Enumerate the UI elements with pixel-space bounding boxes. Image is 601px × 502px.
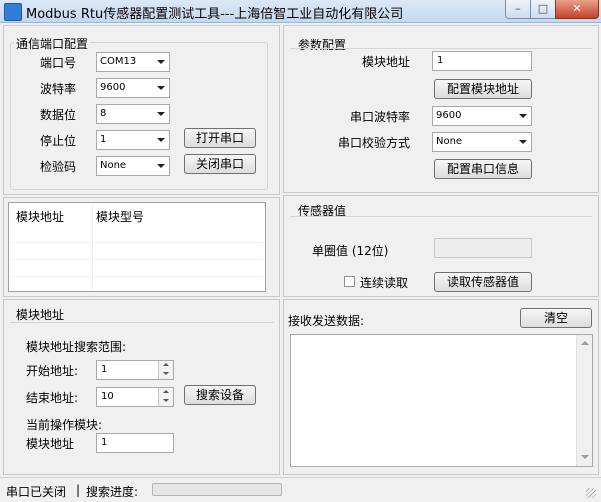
port-value: COM13 [100, 56, 137, 67]
module-list[interactable]: 模块地址 模块型号 [8, 202, 266, 294]
spin-down-icon[interactable] [158, 370, 173, 379]
continuous-read-checkbox[interactable] [344, 276, 355, 287]
module-address-title: 模块地址 [16, 308, 65, 322]
table-row [9, 225, 263, 243]
chevron-down-icon [157, 60, 165, 64]
param-group-title: 参数配置 [296, 36, 349, 53]
sensor-panel: 传感器值 单圈值 (12位) 连续读取 读取传感器值 [283, 195, 599, 297]
parity-value: None [100, 160, 127, 171]
baud-select[interactable]: 9600 [96, 78, 170, 98]
search-progress-bar [152, 483, 282, 496]
serial-baud-label: 串口波特率 [350, 110, 411, 124]
table-row [9, 242, 263, 260]
recv-textarea[interactable] [290, 334, 593, 467]
window-title: Modbus Rtu传感器配置测试工具---上海倍智工业自动化有限公司 [26, 7, 404, 22]
databits-label: 数据位 [40, 108, 77, 122]
stopbits-select[interactable]: 1 [96, 130, 170, 150]
chevron-down-icon [157, 164, 165, 168]
title-bar[interactable]: Modbus Rtu传感器配置测试工具---上海倍智工业自动化有限公司 – □ … [0, 0, 601, 23]
serial-parity-select[interactable]: None [432, 132, 532, 152]
end-address-label: 结束地址: [26, 391, 79, 405]
parity-label: 检验码 [40, 160, 77, 174]
module-addr-label: 模块地址 [362, 55, 411, 69]
serial-baud-value: 9600 [436, 110, 462, 121]
minimize-button[interactable]: – [505, 0, 531, 19]
search-progress-label: 搜索进度: [86, 485, 139, 499]
data-panel: 接收发送数据: 清空 [283, 299, 599, 475]
start-address-label: 开始地址: [26, 364, 79, 378]
recv-label: 接收发送数据: [288, 314, 365, 328]
chevron-down-icon [157, 138, 165, 142]
divider [10, 322, 274, 323]
current-address-label: 模块地址 [26, 437, 75, 451]
module-address-panel: 模块地址 模块地址搜索范围: 开始地址: 1 结束地址: 10 搜索设备 当前操… [3, 299, 280, 475]
vertical-scrollbar[interactable] [576, 335, 592, 466]
serial-parity-value: None [436, 136, 463, 147]
column-header-module-address[interactable]: 模块地址 [16, 208, 64, 225]
end-address-value: 10 [101, 391, 114, 402]
close-port-button[interactable]: 关闭串口 [184, 154, 256, 174]
search-range-label: 模块地址搜索范围: [26, 340, 127, 354]
config-module-address-button[interactable]: 配置模块地址 [434, 79, 532, 99]
scroll-up-icon[interactable] [581, 341, 589, 345]
parity-select[interactable]: None [96, 156, 170, 176]
module-addr-input[interactable]: 1 [432, 51, 532, 71]
continuous-read-label[interactable]: 连续读取 [360, 274, 408, 291]
databits-select[interactable]: 8 [96, 104, 170, 124]
serial-parity-label: 串口校验方式 [338, 136, 411, 150]
port-label: 端口号 [40, 56, 77, 70]
spin-down-icon[interactable] [158, 397, 173, 406]
single-turn-value [434, 238, 532, 258]
serial-baud-select[interactable]: 9600 [432, 106, 532, 126]
status-separator: | [76, 483, 81, 497]
chevron-down-icon [157, 112, 165, 116]
start-address-value: 1 [101, 364, 108, 375]
serial-group-title: 通信端口配置 [14, 35, 91, 52]
baud-label: 波特率 [40, 82, 77, 96]
single-turn-label: 单圈值 (12位) [312, 244, 389, 258]
read-sensor-button[interactable]: 读取传感器值 [434, 272, 532, 292]
stopbits-label: 停止位 [40, 134, 77, 148]
serial-panel: 通信端口配置 端口号 COM13 波特率 9600 数据位 8 停止位 1 打开… [3, 25, 280, 195]
port-status: 串口已关闭 [6, 485, 67, 499]
table-row [9, 259, 263, 277]
scroll-down-icon[interactable] [581, 455, 589, 459]
divider [290, 216, 592, 217]
chevron-down-icon [519, 114, 527, 118]
port-select[interactable]: COM13 [96, 52, 170, 72]
clear-button[interactable]: 清空 [520, 308, 592, 328]
end-address-spinner[interactable]: 10 [96, 387, 174, 407]
resize-grip-icon[interactable] [586, 488, 596, 498]
current-module-label: 当前操作模块: [26, 418, 103, 432]
start-address-spinner[interactable]: 1 [96, 360, 174, 380]
current-address-input[interactable]: 1 [96, 433, 174, 453]
open-port-button[interactable]: 打开串口 [184, 128, 256, 148]
divider [290, 48, 592, 49]
app-icon [4, 3, 22, 21]
close-button[interactable]: ✕ [555, 0, 599, 19]
column-header-module-model[interactable]: 模块型号 [96, 208, 144, 225]
chevron-down-icon [519, 140, 527, 144]
table-row [9, 276, 263, 294]
stopbits-value: 1 [100, 134, 107, 145]
baud-value: 9600 [100, 82, 126, 93]
config-serial-button[interactable]: 配置串口信息 [434, 159, 532, 179]
search-device-button[interactable]: 搜索设备 [184, 385, 256, 405]
param-panel: 参数配置 模块地址 1 配置模块地址 串口波特率 9600 串口校验方式 Non… [283, 25, 599, 193]
status-bar: 串口已关闭 | 搜索进度: [0, 477, 601, 502]
module-list-panel: 模块地址 模块型号 [3, 197, 280, 297]
maximize-button[interactable]: □ [530, 0, 556, 19]
chevron-down-icon [157, 86, 165, 90]
databits-value: 8 [100, 108, 107, 119]
